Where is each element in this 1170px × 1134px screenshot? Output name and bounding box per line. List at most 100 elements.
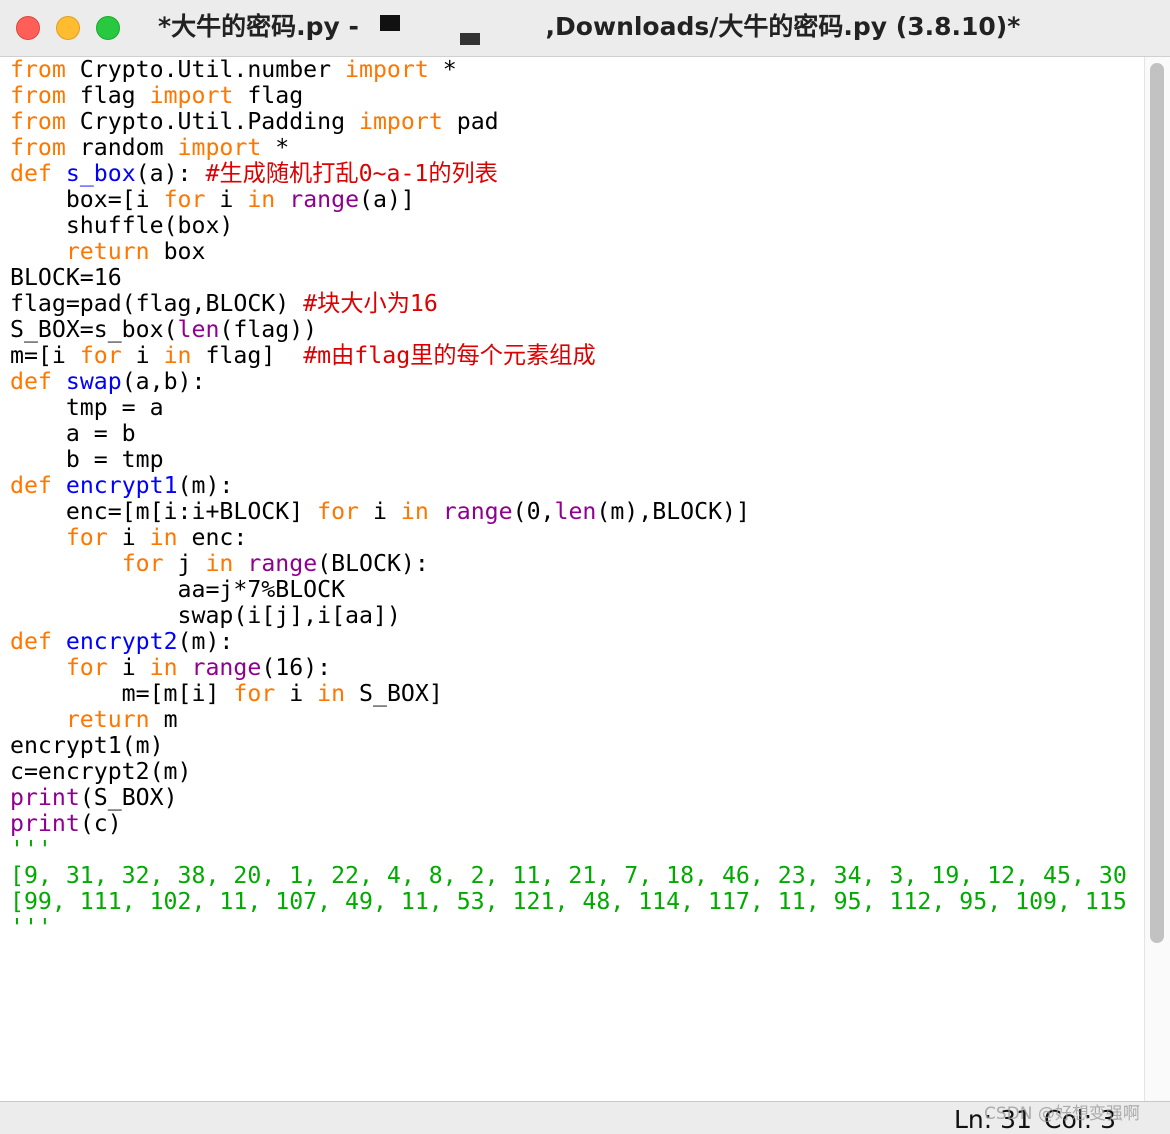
code-token: for — [233, 680, 276, 707]
code-token: from — [10, 82, 66, 109]
code-token: * — [428, 57, 457, 83]
code-line[interactable]: from random import * — [10, 135, 1127, 161]
code-token: in — [205, 550, 234, 577]
code-token: print — [10, 810, 80, 837]
code-token: i — [107, 524, 150, 551]
title-bar[interactable]: *大牛的密码.py - ,Downloads/大牛的密码.py (3.8.10)… — [0, 0, 1170, 57]
code-line[interactable]: a = b — [10, 421, 1127, 447]
code-token: Crypto.Util.Padding — [65, 108, 360, 135]
minimize-window-button[interactable] — [56, 16, 80, 40]
code-line[interactable]: b = tmp — [10, 447, 1127, 473]
code-token: encrypt1(m) — [10, 732, 164, 759]
code-line[interactable]: c=encrypt2(m) — [10, 759, 1127, 785]
code-line[interactable]: from Crypto.Util.number import * — [10, 57, 1127, 83]
code-token: (a): — [135, 160, 206, 187]
code-token: for — [79, 342, 122, 369]
code-token: #m由flag里的每个元素组成 — [303, 342, 596, 369]
code-token: m=[m[i] — [10, 680, 234, 707]
code-line[interactable]: swap(i[j],i[aa]) — [10, 603, 1127, 629]
code-token: in — [149, 524, 178, 551]
code-token: (0, — [512, 498, 555, 525]
code-line[interactable]: flag=pad(flag,BLOCK) #块大小为16 — [10, 291, 1127, 317]
code-token: (S_BOX) — [79, 784, 178, 811]
code-line[interactable]: enc=[m[i:i+BLOCK] for i in range(0,len(m… — [10, 499, 1127, 525]
code-line[interactable]: [99, 111, 102, 11, 107, 49, 11, 53, 121,… — [10, 889, 1127, 915]
scrollbar-thumb[interactable] — [1150, 63, 1164, 943]
code-line[interactable]: box=[i for i in range(a)] — [10, 187, 1127, 213]
code-line[interactable]: def encrypt1(m): — [10, 473, 1127, 499]
code-line[interactable]: def s_box(a): #生成随机打乱0~a-1的列表 — [10, 161, 1127, 187]
window-title: *大牛的密码.py - ,Downloads/大牛的密码.py (3.8.10)… — [158, 10, 1020, 45]
code-token: tmp = a — [10, 394, 164, 421]
code-token: (flag)) — [219, 316, 318, 343]
code-token: range — [289, 186, 360, 213]
code-token: (m): — [177, 472, 234, 499]
code-line[interactable]: m=[m[i] for i in S_BOX] — [10, 681, 1127, 707]
window-title-prefix: *大牛的密码.py - — [158, 12, 368, 41]
close-window-button[interactable] — [16, 16, 40, 40]
code-token: i — [121, 342, 164, 369]
code-token: from — [10, 108, 66, 135]
code-token: print — [10, 784, 80, 811]
code-token: swap — [65, 368, 122, 395]
code-token: import — [345, 57, 429, 83]
code-line[interactable]: for j in range(BLOCK): — [10, 551, 1127, 577]
code-line[interactable]: ''' — [10, 915, 1127, 941]
code-line[interactable]: BLOCK=16 — [10, 265, 1127, 291]
code-line[interactable]: from flag import flag — [10, 83, 1127, 109]
code-token: Crypto.Util.number — [65, 57, 346, 83]
code-token: flag=pad(flag,BLOCK) — [10, 290, 304, 317]
code-line[interactable]: for i in enc: — [10, 525, 1127, 551]
code-line[interactable]: shuffle(box) — [10, 213, 1127, 239]
code-token: (a)] — [359, 186, 415, 213]
code-token: in — [317, 680, 346, 707]
code-line[interactable]: S_BOX=s_box(len(flag)) — [10, 317, 1127, 343]
code-line[interactable]: print(S_BOX) — [10, 785, 1127, 811]
code-token: def — [10, 160, 52, 187]
code-line[interactable]: ''' — [10, 837, 1127, 863]
code-line[interactable]: aa=j*7%BLOCK — [10, 577, 1127, 603]
code-line[interactable]: [9, 31, 32, 38, 20, 1, 22, 4, 8, 2, 11, … — [10, 863, 1127, 889]
code-token: import — [149, 82, 234, 109]
code-token: import — [177, 134, 262, 161]
code-token: #生成随机打乱0~a-1的列表 — [205, 160, 498, 187]
code-token: return — [65, 238, 150, 265]
code-token: aa=j*7%BLOCK — [10, 576, 346, 603]
code-token: m=[i — [10, 342, 80, 369]
code-editor[interactable]: from Crypto.Util.number import * from fla… — [0, 57, 1144, 1101]
code-line[interactable]: return box — [10, 239, 1127, 265]
code-line[interactable]: def encrypt2(m): — [10, 629, 1127, 655]
code-line[interactable]: print(c) — [10, 811, 1127, 837]
code-line[interactable]: return m — [10, 707, 1127, 733]
redacted-path — [368, 13, 546, 45]
code-token: s_box — [65, 160, 136, 187]
code-token: encrypt2 — [65, 628, 178, 655]
code-line[interactable]: encrypt1(m) — [10, 733, 1127, 759]
vertical-scrollbar[interactable] — [1144, 57, 1170, 1101]
code-line[interactable]: m=[i for i in flag] #m由flag里的每个元素组成 — [10, 343, 1127, 369]
code-token: shuffle(box) — [10, 212, 234, 239]
code-line[interactable]: for i in range(16): — [10, 655, 1127, 681]
code-token: ''' — [10, 914, 52, 941]
code-line[interactable]: from Crypto.Util.Padding import pad — [10, 109, 1127, 135]
code-token: ''' — [10, 836, 52, 863]
code-token: BLOCK=16 — [10, 264, 122, 291]
code-token: S_BOX=s_box( — [10, 316, 178, 343]
code-token: flag] — [191, 342, 304, 369]
code-token: def — [10, 472, 52, 499]
code-token: (m),BLOCK)] — [596, 498, 750, 525]
code-line[interactable]: tmp = a — [10, 395, 1127, 421]
code-token: (c) — [79, 810, 122, 837]
code-token: [9, 31, 32, 38, 20, 1, 22, 4, 8, 2, 11, … — [10, 862, 1127, 889]
code-token: (BLOCK): — [317, 550, 429, 577]
code-token: i — [359, 498, 401, 525]
zoom-window-button[interactable] — [96, 16, 120, 40]
code-line[interactable]: def swap(a,b): — [10, 369, 1127, 395]
code-text[interactable]: from Crypto.Util.number import * from fla… — [10, 57, 1127, 941]
